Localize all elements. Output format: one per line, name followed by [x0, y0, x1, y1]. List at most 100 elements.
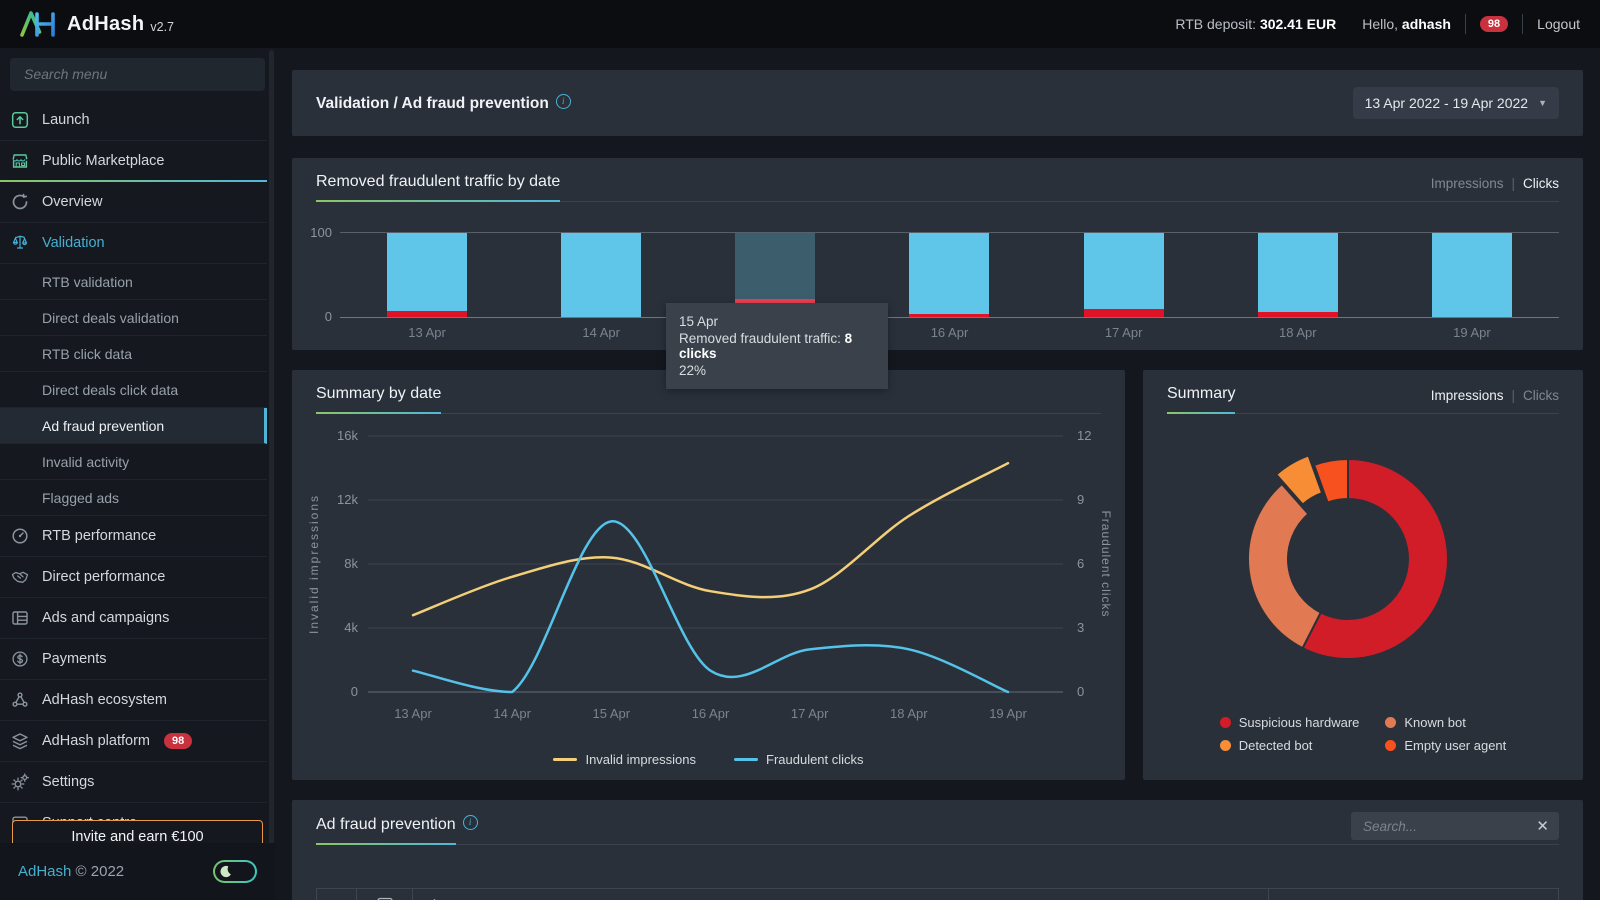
bar-tooltip: 15 Apr Removed fraudulent traffic: 8 cli…: [666, 303, 888, 389]
sidebar-scrollbar[interactable]: [269, 50, 274, 898]
legend-item-detected-bot[interactable]: Detected bot: [1220, 738, 1360, 753]
moon-icon: [218, 864, 233, 879]
panel-title: Ad fraud prevention: [316, 816, 456, 844]
sidebar-item-ads-and-campaigns[interactable]: Ads and campaigns: [0, 598, 267, 639]
bar-column: [1037, 233, 1211, 317]
sidebar-item-payments[interactable]: Payments: [0, 639, 267, 680]
sidebar-item-public-marketplace[interactable]: Public Marketplace: [0, 141, 267, 182]
sidebar-search: [10, 58, 265, 91]
sidebar-subitem-ad-fraud-prevention[interactable]: Ad fraud prevention: [0, 408, 267, 444]
impressions-clicks-toggle: Impressions | Clicks: [1431, 388, 1559, 413]
settings-icon: [10, 772, 30, 792]
sidebar-subitem-direct-deals-click-data[interactable]: Direct deals click data: [0, 372, 267, 408]
toggle-impressions[interactable]: Impressions: [1431, 388, 1504, 403]
legend-swatch: [1385, 717, 1396, 728]
sidebar-item-overview[interactable]: Overview: [0, 182, 267, 223]
table-secondary-column: [1269, 889, 1558, 900]
brand-name: AdHash: [67, 13, 144, 36]
svg-text:4k: 4k: [344, 620, 358, 635]
date-range-select[interactable]: 13 Apr 2022 - 19 Apr 2022 ▼: [1353, 87, 1559, 119]
sidebar-item-launch[interactable]: Launch: [0, 100, 267, 141]
svg-text:12: 12: [1077, 428, 1091, 443]
bar-19-apr[interactable]: [1432, 233, 1512, 317]
svg-text:13 Apr: 13 Apr: [394, 706, 432, 721]
line-series-fraudulent-clicks[interactable]: [413, 521, 1008, 692]
sidebar-submenu: RTB validationDirect deals validationRTB…: [0, 264, 267, 516]
bar-14-apr[interactable]: [561, 233, 641, 317]
sidebar-subitem-direct-deals-validation[interactable]: Direct deals validation: [0, 300, 267, 336]
svg-text:18 Apr: 18 Apr: [890, 706, 928, 721]
clear-search-icon[interactable]: ✕: [1536, 817, 1549, 835]
bar-column: [514, 233, 688, 317]
impressions-clicks-toggle: Impressions | Clicks: [1431, 176, 1559, 201]
footer-brand-link[interactable]: AdHash: [18, 863, 71, 880]
svg-text:15 Apr: 15 Apr: [593, 706, 631, 721]
info-icon[interactable]: i: [463, 815, 478, 830]
sidebar-search-input[interactable]: [22, 65, 257, 83]
ads-icon: [10, 608, 30, 628]
line-chart-legend: Invalid impressions Fraudulent clicks: [292, 752, 1125, 767]
toggle-impressions[interactable]: Impressions: [1431, 176, 1504, 191]
dark-mode-toggle[interactable]: [213, 860, 257, 883]
line-chart: 004k38k612k916k12Invalid impressionsFrau…: [292, 414, 1125, 734]
gauge-icon: [10, 526, 30, 546]
table-search: ✕: [1351, 812, 1559, 840]
legend-swatch: [1220, 717, 1231, 728]
sidebar-item-rtb-performance[interactable]: RTB performance: [0, 516, 267, 557]
chevron-down-icon: ▼: [1538, 98, 1547, 108]
sidebar: LaunchPublic MarketplaceOverviewValidati…: [0, 48, 275, 900]
bar-chart: 100 0 13 Apr14 Apr15 Apr16 Apr17 Apr18 A…: [300, 232, 1559, 352]
donut-slice-known-bot[interactable]: [1248, 484, 1321, 648]
tooltip-value: Removed fraudulent traffic: 8 clicks: [679, 331, 875, 361]
svg-text:12k: 12k: [337, 492, 358, 507]
sidebar-item-validation[interactable]: Validation: [0, 223, 267, 264]
legend-item-invalid-impressions[interactable]: Invalid impressions: [553, 752, 696, 767]
sidebar-item-adhash-ecosystem[interactable]: AdHash ecosystem: [0, 680, 267, 721]
bar-16-apr[interactable]: [909, 233, 989, 317]
legend-swatch: [553, 758, 577, 761]
svg-text:8k: 8k: [344, 556, 358, 571]
payments-icon: [10, 649, 30, 669]
svg-text:17 Apr: 17 Apr: [791, 706, 829, 721]
sidebar-subitem-rtb-click-data[interactable]: RTB click data: [0, 336, 267, 372]
toggle-clicks[interactable]: Clicks: [1523, 388, 1559, 403]
svg-text:3: 3: [1077, 620, 1084, 635]
breadcrumb: Validation / Ad fraud prevention: [316, 95, 549, 112]
bar-13-apr[interactable]: [387, 233, 467, 317]
brand[interactable]: AdHash v2.7: [20, 11, 174, 37]
bar-17-apr[interactable]: [1084, 233, 1164, 317]
divider: [1522, 14, 1523, 34]
toggle-clicks[interactable]: Clicks: [1523, 176, 1559, 191]
x-tick-label: 18 Apr: [1211, 325, 1385, 340]
table-fragment: [316, 888, 1559, 900]
table-checkbox-column[interactable]: [317, 889, 357, 900]
sidebar-subitem-invalid-activity[interactable]: Invalid activity: [0, 444, 267, 480]
sidebar-menu: LaunchPublic MarketplaceOverviewValidati…: [0, 100, 267, 843]
donut-slice-empty-user-agent[interactable]: [1314, 459, 1348, 503]
logout-button[interactable]: Logout: [1537, 16, 1580, 32]
sidebar-item-settings[interactable]: Settings: [0, 762, 267, 803]
notification-badge[interactable]: 98: [1480, 16, 1508, 32]
x-tick-label: 17 Apr: [1037, 325, 1211, 340]
brand-version: v2.7: [150, 20, 174, 34]
table-search-input[interactable]: [1361, 818, 1530, 835]
handshake-icon: [10, 567, 30, 587]
legend-item-fraudulent-clicks[interactable]: Fraudulent clicks: [734, 752, 864, 767]
legend-item-suspicious-hardware[interactable]: Suspicious hardware: [1220, 715, 1360, 730]
sidebar-item-direct-performance[interactable]: Direct performance: [0, 557, 267, 598]
panel-title: Summary: [1167, 385, 1235, 413]
sidebar-subitem-flagged-ads[interactable]: Flagged ads: [0, 480, 267, 516]
info-icon[interactable]: i: [556, 94, 571, 109]
sidebar-subitem-rtb-validation[interactable]: RTB validation: [0, 264, 267, 300]
overview-icon: [10, 192, 30, 212]
legend-item-known-bot[interactable]: Known bot: [1385, 715, 1506, 730]
breadcrumb-panel: Validation / Ad fraud prevention i 13 Apr…: [292, 70, 1583, 136]
legend-item-empty-user-agent[interactable]: Empty user agent: [1385, 738, 1506, 753]
svg-text:0: 0: [1077, 684, 1084, 699]
sidebar-item-adhash-platform[interactable]: AdHash platform98: [0, 721, 267, 762]
line-series-invalid-impressions[interactable]: [413, 463, 1008, 615]
bar-18-apr[interactable]: [1258, 233, 1338, 317]
panel-title: Summary by date: [316, 385, 441, 413]
validation-icon: [10, 233, 30, 253]
user-greeting: Hello, adhash: [1362, 16, 1451, 32]
